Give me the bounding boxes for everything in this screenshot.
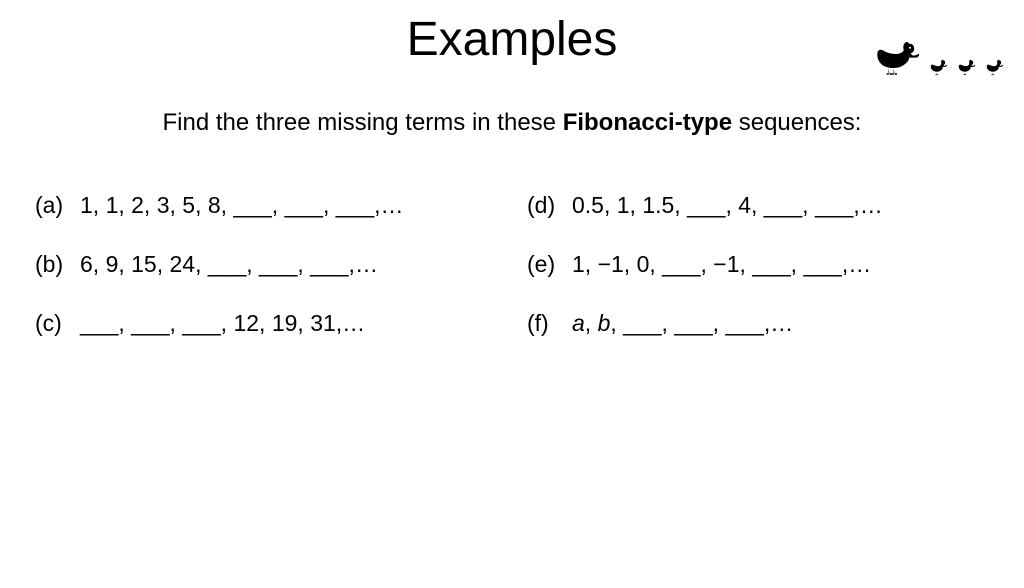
problem-sequence: 6, 9, 15, 24, ___, ___, ___,…: [80, 251, 497, 278]
duckling-icon: [926, 52, 950, 78]
problem-sequence: a, b, ___, ___, ___,…: [572, 310, 989, 337]
right-column: (d) 0.5, 1, 1.5, ___, 4, ___, ___,… (e) …: [527, 192, 989, 369]
problem-label: (a): [35, 192, 80, 219]
problem-f: (f) a, b, ___, ___, ___,…: [527, 310, 989, 337]
problem-c: (c) ___, ___, ___, 12, 19, 31,…: [35, 310, 497, 337]
duckling-icon: [982, 52, 1006, 78]
duck-large-icon: [870, 30, 922, 78]
problem-label: (e): [527, 251, 572, 278]
problem-sequence: ___, ___, ___, 12, 19, 31,…: [80, 310, 497, 337]
problem-sequence: 1, 1, 2, 3, 5, 8, ___, ___, ___,…: [80, 192, 497, 219]
problem-a: (a) 1, 1, 2, 3, 5, 8, ___, ___, ___,…: [35, 192, 497, 219]
problem-d: (d) 0.5, 1, 1.5, ___, 4, ___, ___,…: [527, 192, 989, 219]
duckling-icon: [954, 52, 978, 78]
problem-b: (b) 6, 9, 15, 24, ___, ___, ___,…: [35, 251, 497, 278]
left-column: (a) 1, 1, 2, 3, 5, 8, ___, ___, ___,… (b…: [35, 192, 497, 369]
problem-label: (f): [527, 310, 572, 337]
problem-sequence: 0.5, 1, 1.5, ___, 4, ___, ___,…: [572, 192, 989, 219]
problem-e: (e) 1, −1, 0, ___, −1, ___, ___,…: [527, 251, 989, 278]
problems-grid: (a) 1, 1, 2, 3, 5, 8, ___, ___, ___,… (b…: [0, 192, 1024, 369]
problem-label: (d): [527, 192, 572, 219]
problem-sequence: 1, −1, 0, ___, −1, ___, ___,…: [572, 251, 989, 278]
duck-illustration: [870, 30, 1006, 78]
problem-label: (b): [35, 251, 80, 278]
instruction-text: Find the three missing terms in these Fi…: [0, 109, 1024, 137]
problem-label: (c): [35, 310, 80, 337]
